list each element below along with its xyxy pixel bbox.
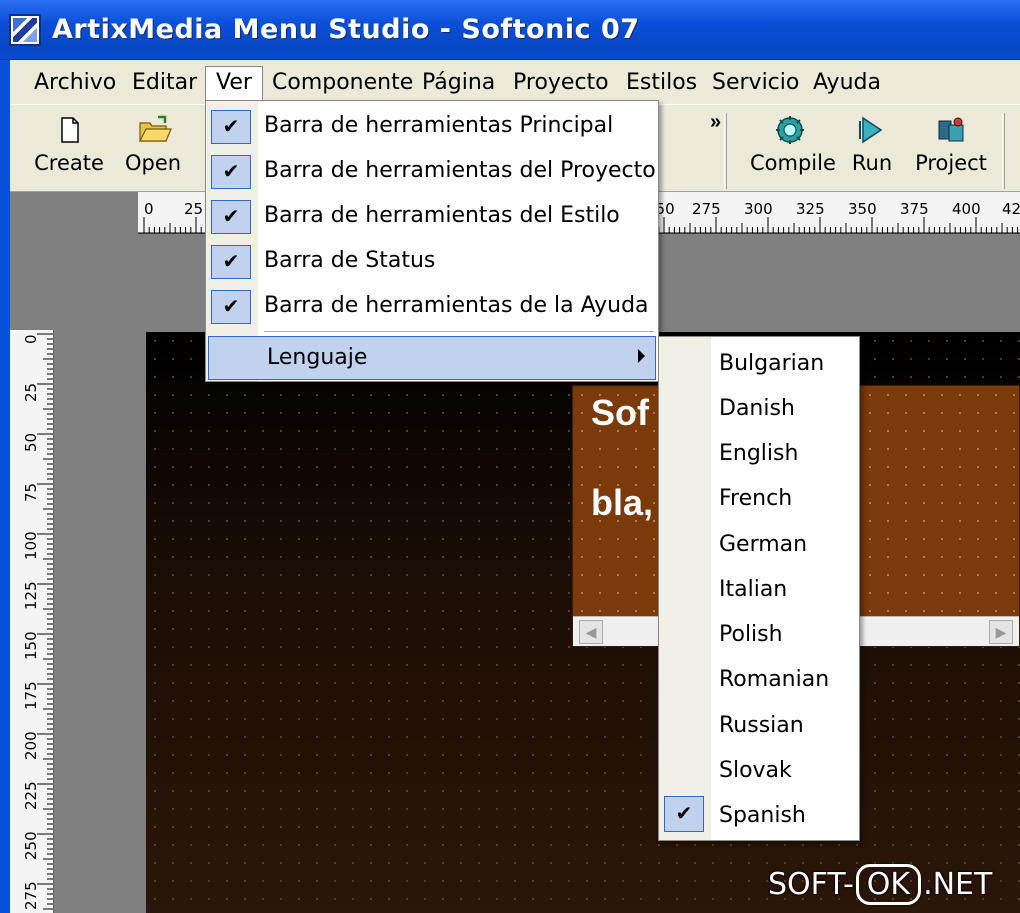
language-item-russian[interactable]: Russian bbox=[659, 703, 859, 747]
ruler-left-ticks bbox=[37, 333, 53, 910]
ruler-left-label: 50 bbox=[22, 432, 40, 452]
menu-item-toolbar-principal[interactable]: ✔ Barra de herramientas Principal bbox=[206, 105, 658, 149]
ruler-left-label: 0 bbox=[22, 334, 40, 344]
ruler-left-label: 200 bbox=[22, 731, 40, 760]
ruler-top-label: 275 bbox=[692, 200, 721, 218]
project-button[interactable]: Project bbox=[914, 115, 988, 189]
scroll-right-icon[interactable]: ▶ bbox=[989, 620, 1013, 644]
language-item-english[interactable]: English bbox=[659, 431, 859, 475]
menu-item-toolbar-proyecto[interactable]: ✔ Barra de herramientas del Proyecto bbox=[206, 150, 658, 194]
toolbar-separator bbox=[724, 113, 727, 189]
language-submenu: Bulgarian Danish English French German I… bbox=[658, 336, 860, 841]
menu-servicio[interactable]: Servicio bbox=[702, 66, 809, 100]
compile-button[interactable]: Compile bbox=[750, 115, 836, 189]
language-item-spanish[interactable]: ✔ Spanish bbox=[659, 793, 859, 837]
check-icon: ✔ bbox=[664, 796, 704, 832]
project-icon bbox=[936, 115, 966, 145]
menu-pagina[interactable]: Página bbox=[412, 66, 505, 100]
language-item-slovak[interactable]: Slovak bbox=[659, 748, 859, 792]
new-file-icon bbox=[54, 115, 84, 145]
ruler-left-label: 175 bbox=[22, 681, 40, 710]
open-folder-icon bbox=[138, 115, 172, 145]
ruler-left-label: 250 bbox=[22, 831, 40, 860]
menu-ayuda[interactable]: Ayuda bbox=[803, 66, 891, 100]
language-item-polish[interactable]: Polish bbox=[659, 612, 859, 656]
ruler-top-label: 0 bbox=[144, 200, 154, 218]
menu-item-status-bar[interactable]: ✔ Barra de Status bbox=[206, 240, 658, 284]
menu-bar: Archivo Editar Ver Componente Página Pro… bbox=[10, 60, 1020, 104]
scroll-left-icon[interactable]: ◀ bbox=[579, 620, 603, 644]
menu-componente[interactable]: Componente bbox=[262, 66, 423, 100]
menu-archivo[interactable]: Archivo bbox=[24, 66, 126, 100]
ver-menu-dropdown: ✔ Barra de herramientas Principal ✔ Barr… bbox=[205, 100, 659, 382]
language-item-german[interactable]: German bbox=[659, 522, 859, 566]
check-icon: ✔ bbox=[211, 110, 251, 144]
ruler-left-label: 150 bbox=[22, 631, 40, 660]
menu-item-lenguaje[interactable]: Lenguaje bbox=[208, 336, 656, 380]
ruler-left-label: 75 bbox=[22, 482, 40, 502]
ruler-left-label: 125 bbox=[22, 581, 40, 610]
menu-item-toolbar-ayuda[interactable]: ✔ Barra de herramientas de la Ayuda bbox=[206, 285, 658, 329]
menu-item-toolbar-estilo[interactable]: ✔ Barra de herramientas del Estilo bbox=[206, 195, 658, 239]
ruler-top-label: 25 bbox=[184, 200, 204, 218]
ruler-left: 0 25 50 75 100 125 150 175 200 225 250 2… bbox=[10, 330, 54, 913]
preview-text-bla: bla, bbox=[591, 482, 654, 523]
check-icon: ✔ bbox=[211, 245, 251, 279]
window-title: ArtixMedia Menu Studio - Softonic 07 bbox=[52, 14, 640, 45]
ruler-top-label: 400 bbox=[952, 200, 981, 218]
open-button[interactable]: Open bbox=[120, 115, 186, 189]
language-item-romanian[interactable]: Romanian bbox=[659, 657, 859, 701]
check-icon: ✔ bbox=[211, 290, 251, 324]
toolbar-separator bbox=[1002, 113, 1005, 189]
ruler-top-label: 425 bbox=[1002, 200, 1020, 218]
language-item-italian[interactable]: Italian bbox=[659, 567, 859, 611]
ruler-left-label: 25 bbox=[22, 382, 40, 402]
compile-gear-icon bbox=[775, 115, 805, 145]
run-button[interactable]: Run bbox=[848, 115, 896, 189]
window-frame-left bbox=[0, 60, 10, 913]
ruler-top-label: 300 bbox=[744, 200, 773, 218]
run-icon bbox=[857, 115, 887, 145]
language-item-bulgarian[interactable]: Bulgarian bbox=[659, 341, 859, 385]
watermark: SOFT- OK .NET bbox=[768, 864, 992, 910]
language-item-danish[interactable]: Danish bbox=[659, 386, 859, 430]
create-button[interactable]: Create bbox=[34, 115, 104, 189]
submenu-arrow-icon bbox=[638, 349, 645, 363]
menu-estilos[interactable]: Estilos bbox=[616, 66, 707, 100]
ruler-top-label: 350 bbox=[848, 200, 877, 218]
title-bar: ArtixMedia Menu Studio - Softonic 07 bbox=[0, 0, 1020, 60]
ruler-left-label: 225 bbox=[22, 781, 40, 810]
ruler-left-label: 275 bbox=[22, 881, 40, 910]
toolbar-overflow-button[interactable]: » bbox=[710, 111, 721, 134]
language-item-french[interactable]: French bbox=[659, 476, 859, 520]
menu-proyecto[interactable]: Proyecto bbox=[503, 66, 619, 100]
menu-ver[interactable]: Ver bbox=[205, 66, 263, 100]
check-icon: ✔ bbox=[211, 155, 251, 189]
ruler-top-label: 375 bbox=[900, 200, 929, 218]
ruler-left-label: 100 bbox=[22, 531, 40, 560]
menu-editar[interactable]: Editar bbox=[122, 66, 207, 100]
preview-text-softonic: Sof bbox=[591, 392, 649, 433]
menu-separator bbox=[264, 331, 654, 332]
app-icon[interactable] bbox=[9, 14, 41, 46]
ruler-top-label: 325 bbox=[796, 200, 825, 218]
check-icon: ✔ bbox=[211, 200, 251, 234]
